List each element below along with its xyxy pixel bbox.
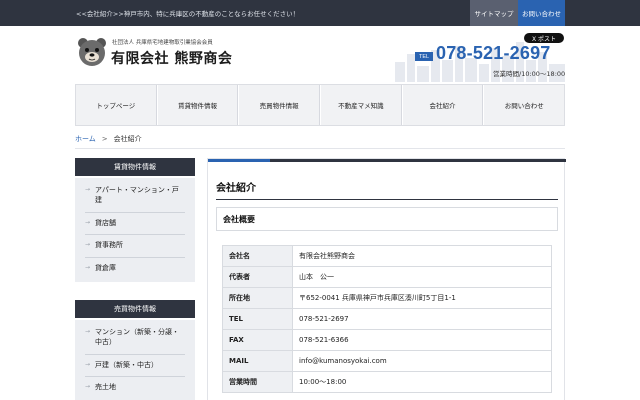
page-title: 会社紹介 (216, 183, 256, 194)
sidebar-item-office[interactable]: → 貸事務所 (85, 235, 185, 259)
tel-badge: TEL (415, 52, 433, 61)
sidebar-item-label: マンション（新築・分譲・中古） (95, 328, 179, 346)
breadcrumb-current: 会社紹介 (113, 135, 142, 143)
table-row: FAX 078-521-6366 (222, 329, 552, 351)
breadcrumb-separator: > (101, 135, 108, 143)
row-value: 有限会社熊野商会 (292, 245, 552, 267)
sitemap-link[interactable]: サイトマップ (470, 0, 518, 26)
nav-item-top[interactable]: トップページ (75, 85, 157, 125)
sidebar-rental-list: → アパート・マンション・戸建 → 貸店舗 → 貸事務所 → 貸倉庫 (75, 178, 195, 282)
sidebar-item-label: アパート・マンション・戸建 (95, 186, 179, 204)
section-heading-box: 会社概要 (216, 207, 558, 231)
sidebar-item-label: 戸建（新築・中古） (95, 360, 158, 369)
row-label: 代表者 (222, 266, 293, 288)
sidebar-sale-list: → マンション（新築・分譲・中古） → 戸建（新築・中古） → 売土地 (75, 320, 195, 400)
title-bar-accent (208, 159, 270, 162)
row-label: 所在地 (222, 287, 293, 309)
global-nav: トップページ 賃貸物件情報 売買物件情報 不動産マメ知識 会社紹介 お問い合わせ (75, 84, 566, 126)
arrow-right-icon: → (85, 360, 91, 368)
sidebar-item-warehouse[interactable]: → 貸倉庫 (85, 258, 185, 280)
table-row: TEL 078-521-2697 (222, 308, 552, 330)
site-tagline: <<会社紹介>>神戸市内、特に兵庫区の不動産のことならお任せください！ (76, 10, 300, 18)
sidebar-sale-heading: 売買物件情報 (75, 300, 195, 318)
table-row: 営業時間 10:00～18:00 (222, 371, 552, 393)
business-hours: 営業時間/10:00～18:00 (493, 70, 566, 78)
contact-top-button[interactable]: お問い合わせ (518, 0, 565, 26)
row-value: 078-521-6366 (292, 329, 552, 351)
arrow-right-icon: → (85, 383, 91, 391)
x-post-button[interactable]: X ポスト (524, 33, 564, 43)
breadcrumb: ホーム > 会社紹介 (75, 134, 142, 144)
row-value: 10:00～18:00 (292, 371, 552, 393)
breadcrumb-divider (75, 148, 565, 149)
arrow-right-icon: → (85, 241, 91, 249)
sidebar-item-mansion[interactable]: → マンション（新築・分譲・中古） (85, 322, 185, 355)
title-bar-line (208, 159, 566, 162)
section-heading: 会社概要 (223, 215, 255, 224)
bear-logo-icon (78, 38, 106, 66)
row-value: 〒652-0041 兵庫県神戸市兵庫区湊川町5丁目1-1 (292, 287, 552, 309)
nav-item-contact[interactable]: お問い合わせ (483, 85, 566, 125)
sidebar-item-label: 貸倉庫 (95, 264, 116, 273)
nav-item-rental[interactable]: 賃貸物件情報 (156, 85, 239, 125)
phone-number[interactable]: 078-521-2697 (436, 43, 551, 64)
arrow-right-icon: → (85, 328, 91, 335)
row-value: 山本 公一 (292, 266, 552, 288)
row-label: MAIL (222, 350, 293, 372)
sidebar-item-house[interactable]: → 戸建（新築・中古） (85, 355, 185, 378)
arrow-right-icon: → (85, 218, 91, 226)
table-row: MAIL info@kumanosyokai.com (222, 350, 552, 372)
row-label: FAX (222, 329, 293, 351)
sidebar-item-apartment[interactable]: → アパート・マンション・戸建 (85, 180, 185, 213)
table-row: 会社名 有限会社熊野商会 (222, 245, 552, 267)
sidebar-item-label: 貸店舗 (95, 218, 116, 227)
nav-item-sale[interactable]: 売買物件情報 (238, 85, 321, 125)
sidebar-rental-heading: 賃貸物件情報 (75, 158, 195, 176)
arrow-right-icon: → (85, 264, 91, 272)
row-label: 営業時間 (222, 371, 293, 393)
title-divider (216, 199, 558, 200)
top-bar: <<会社紹介>>神戸市内、特に兵庫区の不動産のことならお任せください！ サイトマ… (0, 0, 640, 26)
sidebar-item-label: 売土地 (95, 383, 116, 392)
sidebar-item-label: 貸事務所 (95, 241, 123, 250)
breadcrumb-home-link[interactable]: ホーム (75, 135, 96, 143)
table-row: 代表者 山本 公一 (222, 266, 552, 288)
table-row: 所在地 〒652-0041 兵庫県神戸市兵庫区湊川町5丁目1-1 (222, 287, 552, 309)
main-content: 会社紹介 会社概要 会社名 有限会社熊野商会 代表者 山本 公一 所在地 〒652-0… (207, 158, 566, 400)
company-name: 有限会社 熊野商会 (111, 51, 233, 67)
nav-item-knowledge[interactable]: 不動産マメ知識 (320, 85, 402, 125)
row-label: TEL (222, 308, 293, 330)
row-label: 会社名 (222, 245, 293, 267)
row-value: info@kumanosyokai.com (292, 350, 552, 372)
association-label: 社団法人 兵庫県宅地建物取引業協会会員 (112, 40, 213, 46)
nav-item-company[interactable]: 会社紹介 (401, 85, 484, 125)
sidebar-item-land[interactable]: → 売土地 (85, 377, 185, 399)
site-logo[interactable]: 社団法人 兵庫県宅地建物取引業協会会員 有限会社 熊野商会 (76, 36, 232, 68)
arrow-right-icon: → (85, 186, 91, 193)
row-value: 078-521-2697 (292, 308, 552, 330)
company-info-table: 会社名 有限会社熊野商会 代表者 山本 公一 所在地 〒652-0041 兵庫県神戸市… (222, 245, 552, 393)
sidebar-item-shop[interactable]: → 貸店舗 (85, 213, 185, 236)
